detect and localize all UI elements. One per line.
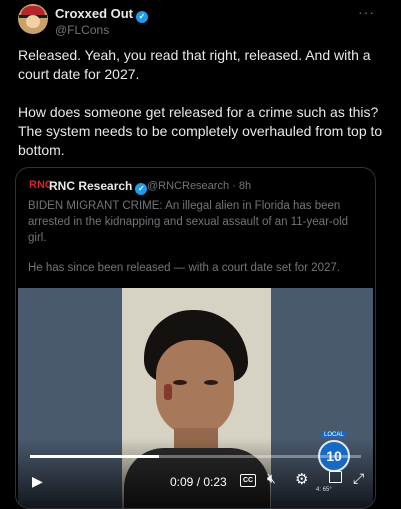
quoted-handle-time[interactable]: @RNCResearch · 8h	[147, 180, 251, 192]
video-progress-fill	[30, 455, 160, 458]
mugshot-injury	[164, 384, 172, 400]
video-progress-bar[interactable]	[30, 455, 361, 458]
captions-icon[interactable]: CC	[240, 474, 256, 487]
tweet-paragraph: How does someone get released for a crim…	[18, 104, 383, 158]
quoted-paragraph: BIDEN MIGRANT CRIME: An illegal alien in…	[28, 200, 349, 244]
author-avatar[interactable]	[18, 4, 48, 34]
fullscreen-icon[interactable]: ⤢	[353, 470, 364, 487]
avatar-face-shape	[26, 15, 40, 28]
rnc-logo-icon: RNC	[29, 179, 53, 191]
quoted-text: BIDEN MIGRANT CRIME: An illegal alien in…	[28, 198, 363, 290]
quoted-author-name[interactable]: RNC Research	[49, 179, 132, 193]
picture-in-picture-icon[interactable]	[329, 471, 342, 483]
mugshot-eye	[173, 380, 187, 385]
author-handle[interactable]: @FLCons	[55, 23, 109, 37]
tweet-text: Released. Yeah, you read that right, rel…	[18, 46, 388, 179]
author-name-row[interactable]: Croxxed Out ✓	[55, 6, 149, 23]
verified-badge-icon: ✓	[135, 183, 148, 195]
tweet-paragraph: Released. Yeah, you read that right, rel…	[18, 47, 371, 82]
video-player[interactable]: LOCAL 10 ▶ 0:09 / 0:23 CC 🔇︎ ⚙ 4: 65° ⤢	[18, 288, 373, 508]
quoted-tweet[interactable]: RNC RNC Research ✓ @RNCResearch · 8h BIDE…	[15, 167, 376, 509]
author-name[interactable]: Croxxed Out	[55, 6, 133, 21]
station-label: LOCAL	[322, 432, 346, 438]
temperature-overlay: 4: 65°	[316, 487, 332, 493]
more-options-icon[interactable]: ···	[358, 4, 375, 20]
mugshot-eye	[204, 380, 218, 385]
quoted-paragraph: He has since been released — with a cour…	[28, 262, 340, 274]
verified-badge-icon: ✓	[136, 11, 149, 23]
quoted-author-row[interactable]: RNC Research ✓	[49, 179, 148, 195]
mute-icon[interactable]: 🔇︎	[267, 470, 276, 487]
video-time: 0:09 / 0:23	[170, 475, 227, 489]
gear-icon[interactable]: ⚙	[295, 470, 308, 488]
play-icon[interactable]: ▶	[32, 473, 43, 490]
